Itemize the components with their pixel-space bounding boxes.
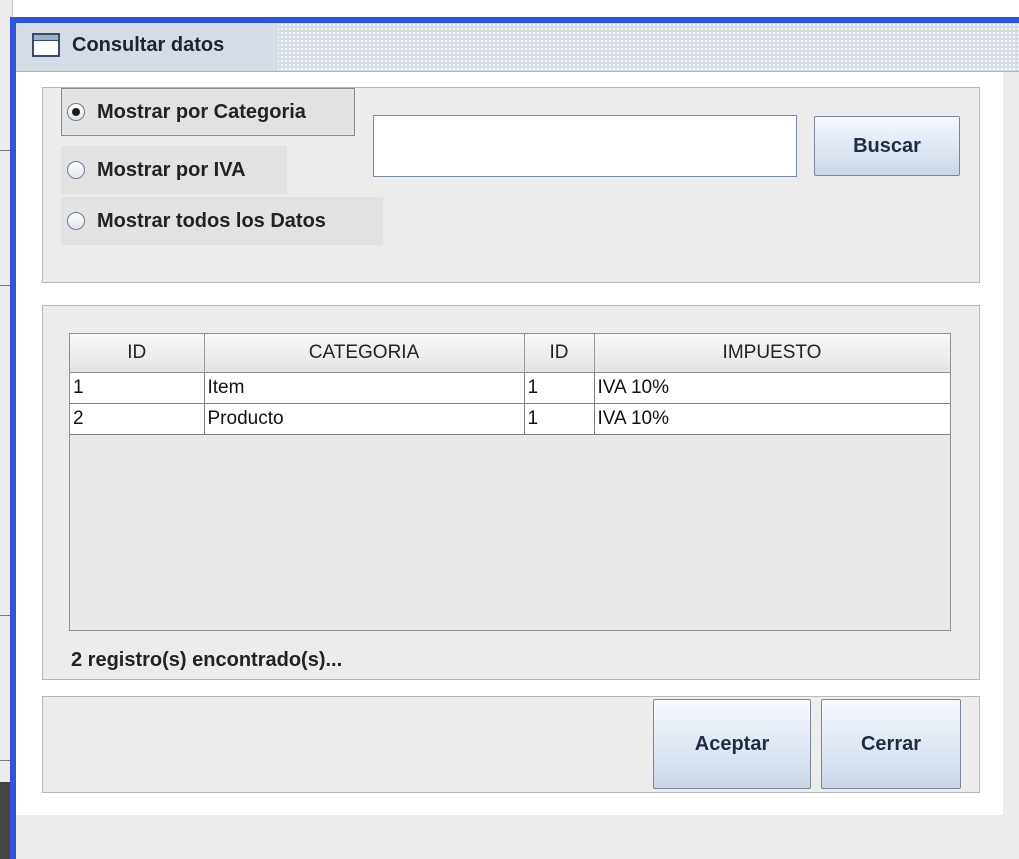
column-header-categoria[interactable]: CATEGORIA (204, 334, 525, 373)
filter-panel: Mostrar por Categoria Mostrar por IVA Mo… (42, 87, 980, 283)
column-header-id-impuesto[interactable]: ID (524, 334, 595, 373)
actions-panel: Aceptar Cerrar (42, 696, 980, 793)
table-cell[interactable]: 1 (70, 372, 205, 404)
column-header-id[interactable]: ID (70, 334, 205, 373)
title-bar[interactable]: Consultar datos (16, 23, 1019, 72)
radio-mostrar-por-iva[interactable]: Mostrar por IVA (61, 146, 287, 194)
aceptar-button[interactable]: Aceptar (653, 699, 811, 789)
table-cell[interactable]: 1 (524, 403, 595, 435)
window-title: Consultar datos (72, 34, 225, 56)
window-icon (32, 33, 60, 57)
table-header-row: ID CATEGORIA ID IMPUESTO (70, 334, 950, 373)
radio-label: Mostrar todos los Datos (97, 209, 326, 232)
table-cell[interactable]: 2 (70, 403, 205, 435)
radio-label: Mostrar por Categoria (97, 100, 306, 123)
table-cell[interactable]: IVA 10% (594, 372, 950, 404)
column-header-impuesto[interactable]: IMPUESTO (594, 334, 950, 373)
cerrar-button[interactable]: Cerrar (821, 699, 961, 789)
radio-unchecked-icon (67, 212, 85, 230)
table-row[interactable]: 1 Item 1 IVA 10% (70, 372, 950, 404)
radio-mostrar-todos-los-datos[interactable]: Mostrar todos los Datos (61, 197, 383, 245)
content-background: Mostrar por Categoria Mostrar por IVA Mo… (16, 72, 1003, 815)
results-panel: ID CATEGORIA ID IMPUESTO 1 Item 1 IVA 10… (42, 305, 980, 680)
buscar-button[interactable]: Buscar (814, 116, 960, 176)
radio-label: Mostrar por IVA (97, 158, 246, 181)
search-input[interactable] (373, 115, 797, 177)
results-table-scrollpane[interactable]: ID CATEGORIA ID IMPUESTO 1 Item 1 IVA 10… (69, 333, 951, 631)
radio-mostrar-por-categoria[interactable]: Mostrar por Categoria (61, 88, 355, 136)
table-cell[interactable]: IVA 10% (594, 403, 950, 435)
title-area: Consultar datos (16, 23, 278, 71)
table-row[interactable]: 2 Producto 1 IVA 10% (70, 403, 950, 435)
radio-unchecked-icon (67, 161, 85, 179)
table-cell[interactable]: 1 (524, 372, 595, 404)
table-cell[interactable]: Producto (204, 403, 525, 435)
dialog-content: Mostrar por Categoria Mostrar por IVA Mo… (16, 72, 1019, 859)
radio-checked-icon (67, 103, 85, 121)
table-cell[interactable]: Item (204, 372, 525, 404)
records-found-label: 2 registro(s) encontrado(s)... (71, 649, 343, 671)
consultar-datos-dialog: Consultar datos Mostrar por Categoria Mo… (10, 17, 1019, 859)
results-table: ID CATEGORIA ID IMPUESTO 1 Item 1 IVA 10… (70, 334, 950, 435)
